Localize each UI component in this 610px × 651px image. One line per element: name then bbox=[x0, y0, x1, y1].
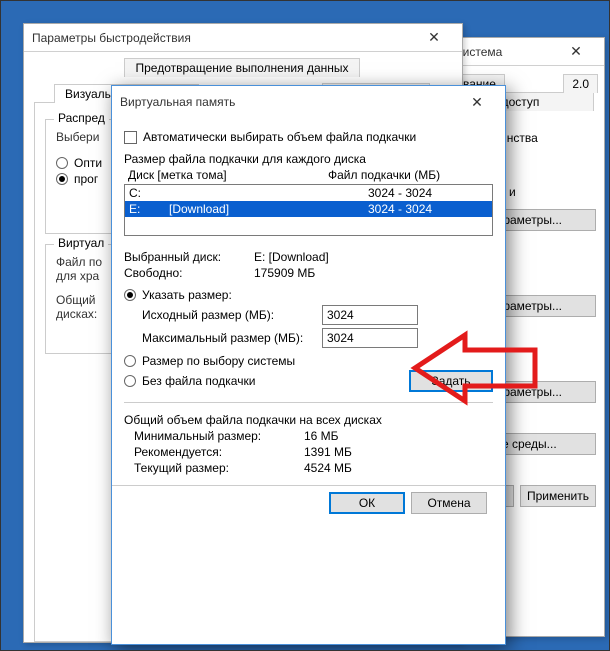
radio-icon bbox=[124, 375, 136, 387]
window-title: Виртуальная память bbox=[120, 95, 457, 109]
window-title: Система bbox=[454, 45, 556, 59]
free-space-value: 175909 МБ bbox=[254, 266, 384, 280]
drive-list[interactable]: C: 3024 - 3024 E: [Download] 3024 - 3024 bbox=[124, 184, 493, 236]
recommended-label: Рекомендуется: bbox=[124, 445, 304, 459]
auto-manage-checkbox[interactable]: Автоматически выбирать объем файла подка… bbox=[124, 130, 493, 144]
recommended-value: 1391 МБ bbox=[304, 445, 493, 459]
group-title: Распред bbox=[54, 111, 109, 125]
total-section-title: Общий объем файла подкачки на всех диска… bbox=[124, 413, 493, 427]
no-paging-file-radio[interactable]: Без файла подкачки bbox=[124, 374, 409, 388]
max-size-label: Максимальный размер (МБ): bbox=[124, 331, 314, 345]
close-icon[interactable]: ✕ bbox=[457, 94, 497, 111]
section-label: Размер файла подкачки для каждого диска bbox=[124, 152, 493, 166]
ok-button[interactable]: ОК bbox=[329, 492, 405, 514]
titlebar: Система ✕ bbox=[446, 38, 604, 66]
window-title: Параметры быстродействия bbox=[32, 31, 414, 45]
min-size-value: 16 МБ bbox=[304, 429, 493, 443]
radio-icon bbox=[124, 355, 136, 367]
apply-button[interactable]: Применить bbox=[520, 485, 596, 507]
radio-label: Размер по выбору системы bbox=[142, 354, 295, 368]
selected-drive-value: E: [Download] bbox=[254, 250, 384, 264]
drive-row-e[interactable]: E: [Download] 3024 - 3024 bbox=[125, 201, 492, 217]
selected-drive-label: Выбранный диск: bbox=[124, 250, 254, 264]
drive-row-c[interactable]: C: 3024 - 3024 bbox=[125, 185, 492, 201]
initial-size-label: Исходный размер (МБ): bbox=[124, 308, 314, 322]
system-managed-radio[interactable]: Размер по выбору системы bbox=[124, 354, 493, 368]
tab: 2.0 bbox=[563, 74, 598, 93]
radio-icon bbox=[124, 289, 136, 301]
close-icon[interactable]: ✕ bbox=[556, 43, 596, 60]
initial-size-input[interactable]: 3024 bbox=[322, 305, 418, 325]
tab-dep[interactable]: Предотвращение выполнения данных bbox=[124, 58, 359, 77]
radio-label: Без файла подкачки bbox=[142, 374, 255, 388]
checkbox-label: Автоматически выбирать объем файла подка… bbox=[143, 130, 416, 144]
max-size-input[interactable]: 3024 bbox=[322, 328, 418, 348]
titlebar: Виртуальная память ✕ bbox=[112, 86, 505, 118]
column-header: Файл подкачки (МБ) bbox=[328, 168, 440, 182]
column-header: Диск [метка тома] bbox=[128, 168, 328, 182]
custom-size-radio[interactable]: Указать размер: bbox=[124, 288, 493, 302]
group-title: Виртуал bbox=[54, 236, 108, 250]
free-space-label: Свободно: bbox=[124, 266, 254, 280]
min-size-label: Минимальный размер: bbox=[124, 429, 304, 443]
current-size-label: Текущий размер: bbox=[124, 461, 304, 475]
titlebar: Параметры быстродействия ✕ bbox=[24, 24, 462, 52]
cancel-button[interactable]: Отмена bbox=[411, 492, 487, 514]
set-button[interactable]: Задать bbox=[409, 370, 493, 392]
checkbox-icon bbox=[124, 131, 137, 144]
close-icon[interactable]: ✕ bbox=[414, 29, 454, 46]
virtual-memory-dialog: Виртуальная память ✕ Автоматически выбир… bbox=[111, 85, 506, 645]
radio-label: Указать размер: bbox=[142, 288, 232, 302]
current-size-value: 4524 МБ bbox=[304, 461, 493, 475]
